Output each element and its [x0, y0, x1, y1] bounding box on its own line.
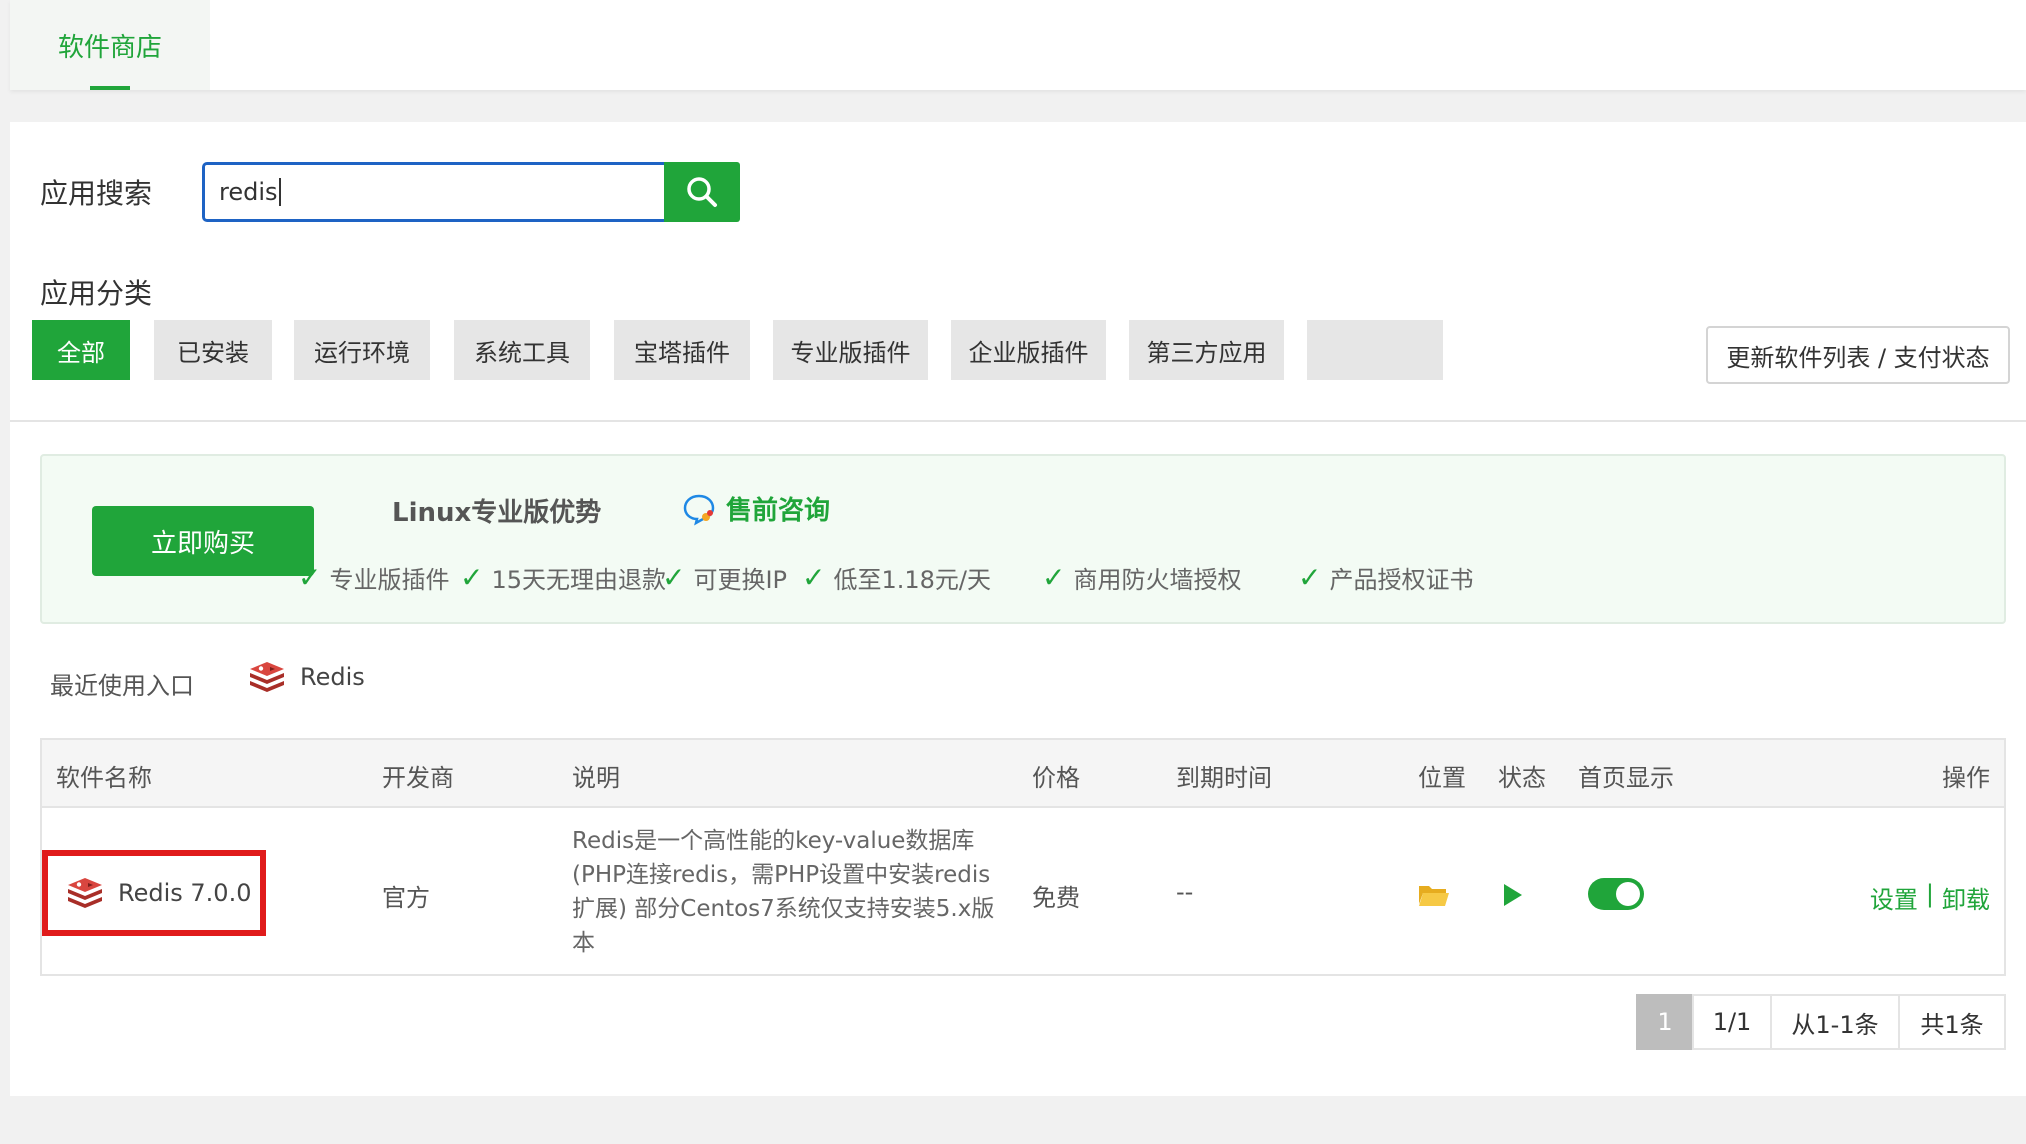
header-price: 价格 [1032, 764, 1080, 792]
action-separator: | [1925, 880, 1934, 908]
main-panel: 应用搜索 redis 应用分类 全部 已安装 运行环境 系统工具 宝塔插件 专业… [10, 122, 2026, 1096]
search-button[interactable] [664, 162, 740, 222]
pagination-current-page[interactable]: 1 [1636, 994, 1694, 1050]
search-label: 应用搜索 [40, 177, 153, 210]
text-caret [278, 178, 281, 206]
feature-label: 可更换IP [693, 566, 788, 594]
pagination-range: 从1-1条 [1770, 994, 1900, 1050]
feature-item: ✓ 专业版插件 [298, 560, 449, 595]
table-header: 软件名称 开发商 说明 价格 到期时间 位置 状态 首页显示 操作 [42, 740, 2004, 808]
category-label: 应用分类 [40, 277, 153, 310]
folder-icon[interactable] [1418, 882, 1450, 908]
buy-now-button[interactable]: 立即购买 [92, 506, 314, 576]
price-cell: 免费 [1032, 884, 1080, 912]
feature-label: 产品授权证书 [1329, 566, 1474, 594]
pagination-total: 共1条 [1898, 994, 2006, 1050]
play-icon[interactable] [1502, 882, 1524, 908]
category-bt-plugins-label: 宝塔插件 [634, 338, 730, 367]
category-third-party[interactable]: 第三方应用 [1129, 320, 1284, 380]
pagination-range-label: 从1-1条 [1791, 1010, 1879, 1039]
feature-item: ✓ 可更换IP [662, 560, 787, 595]
redis-logo-icon [68, 878, 102, 908]
feature-label: 商用防火墙授权 [1073, 566, 1242, 594]
description-line: 扩展) 部分Centos7系统仅支持安装5.x版 [572, 896, 995, 922]
header-developer: 开发商 [382, 764, 454, 792]
check-icon: ✓ [1042, 561, 1066, 594]
check-icon: ✓ [1298, 561, 1322, 594]
pro-promo-banner: 立即购买 Linux专业版优势 售前咨询 ✓ 专业版插件 ✓ 15天无理由退款 ✓ 可… [40, 454, 2006, 624]
category-all[interactable]: 全部 [32, 320, 130, 380]
feature-label: 15天无理由退款 [491, 566, 667, 594]
feature-item: ✓ 产品授权证书 [1298, 560, 1473, 595]
pagination-pages-label: 1/1 [1712, 1008, 1752, 1036]
search-input[interactable]: redis [202, 162, 674, 222]
feature-item: ✓ 低至1.18元/天 [802, 560, 991, 595]
top-tab-bar: 软件商店 [10, 0, 2026, 90]
recent-item-redis[interactable]: Redis [248, 660, 365, 694]
header-location: 位置 [1418, 764, 1466, 792]
search-icon [687, 177, 717, 207]
update-software-list-label: 更新软件列表 / 支付状态 [1726, 343, 1990, 372]
category-enterprise-plugins[interactable]: 企业版插件 [951, 320, 1106, 380]
header-status: 状态 [1498, 764, 1546, 792]
tab-software-store[interactable]: 软件商店 [10, 0, 210, 90]
header-expire: 到期时间 [1176, 764, 1272, 792]
recent-item-label: Redis [300, 663, 365, 691]
toggle-knob [1616, 882, 1640, 906]
promo-title: Linux专业版优势 [392, 498, 602, 528]
category-pro-plugins-label: 专业版插件 [790, 338, 911, 367]
header-homepage: 首页显示 [1578, 764, 1674, 792]
buy-now-label: 立即购买 [150, 528, 255, 559]
category-installed[interactable]: 已安装 [154, 320, 272, 380]
actions-cell: 设置 | 卸载 [1870, 880, 1990, 915]
category-system-tools[interactable]: 系统工具 [454, 320, 590, 380]
check-icon: ✓ [802, 561, 826, 594]
category-enterprise-plugins-label: 企业版插件 [968, 338, 1089, 367]
category-system-tools-label: 系统工具 [474, 338, 570, 367]
developer-cell: 官方 [382, 884, 430, 912]
header-description: 说明 [572, 764, 620, 792]
check-icon: ✓ [460, 561, 484, 594]
homepage-display-toggle[interactable] [1588, 878, 1644, 910]
feature-label: 低至1.18元/天 [833, 566, 991, 594]
category-installed-label: 已安装 [177, 338, 249, 367]
pagination-pages: 1/1 [1692, 994, 1772, 1050]
category-pro-plugins[interactable]: 专业版插件 [773, 320, 928, 380]
presales-consult-link[interactable]: 售前咨询 [682, 490, 830, 527]
redis-logo-icon [250, 662, 284, 692]
category-more-hidden[interactable] [1307, 320, 1443, 380]
section-divider [10, 420, 2026, 422]
feature-label: 专业版插件 [329, 566, 450, 594]
tab-active-indicator [90, 86, 130, 90]
description-cell: Redis是一个高性能的key-value数据库 (PHP连接redis，需PH… [572, 824, 1012, 960]
pagination-total-label: 共1条 [1920, 1010, 1984, 1039]
category-runtime-label: 运行环境 [314, 338, 410, 367]
pagination-current-label: 1 [1657, 1008, 1673, 1036]
header-actions: 操作 [1942, 764, 1990, 792]
feature-item: ✓ 15天无理由退款 [460, 560, 666, 595]
software-table: 软件名称 开发商 说明 价格 到期时间 位置 状态 首页显示 操作 Redis … [40, 738, 2006, 976]
check-icon: ✓ [662, 561, 686, 594]
software-name-cell-highlighted[interactable]: Redis 7.0.0 [42, 850, 266, 936]
software-name: Redis 7.0.0 [118, 879, 252, 907]
uninstall-link[interactable]: 卸载 [1942, 880, 1990, 915]
feature-item: ✓ 商用防火墙授权 [1042, 560, 1241, 595]
category-third-party-label: 第三方应用 [1146, 338, 1267, 367]
settings-link[interactable]: 设置 [1870, 880, 1918, 915]
header-name: 软件名称 [56, 764, 152, 792]
description-line: Redis是一个高性能的key-value数据库 [572, 828, 975, 854]
description-line: 本 [572, 930, 595, 956]
check-icon: ✓ [298, 561, 322, 594]
category-runtime[interactable]: 运行环境 [294, 320, 430, 380]
chat-bubble-icon [683, 494, 715, 526]
update-software-list-button[interactable]: 更新软件列表 / 支付状态 [1706, 326, 2010, 384]
expire-cell: -- [1176, 878, 1194, 906]
description-line: (PHP连接redis，需PHP设置中安装redis [572, 862, 991, 888]
presales-consult-label: 售前咨询 [726, 496, 831, 526]
search-input-value: redis [219, 178, 278, 206]
category-bt-plugins[interactable]: 宝塔插件 [614, 320, 750, 380]
category-all-label: 全部 [57, 338, 105, 367]
tab-label: 软件商店 [57, 32, 162, 63]
recent-entry-label: 最近使用入口 [50, 672, 194, 700]
